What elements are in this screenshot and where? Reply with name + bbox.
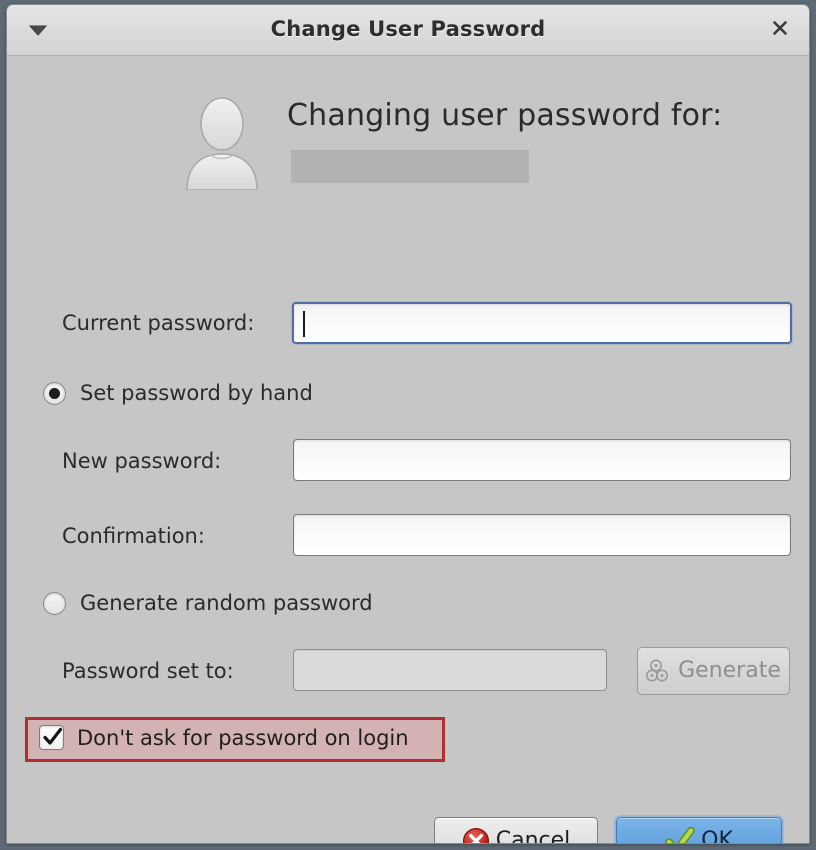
cancel-button[interactable]: Cancel xyxy=(434,817,598,844)
title-bar: Change User Password xyxy=(7,5,809,56)
new-password-label: New password: xyxy=(62,449,222,473)
change-user-password-dialog: Change User Password Changing user passw… xyxy=(6,4,810,844)
radio-indicator-random xyxy=(43,591,66,615)
page-title: Changing user password for: xyxy=(287,98,723,133)
username-value-redacted xyxy=(291,150,529,183)
cancel-button-label: Cancel xyxy=(495,828,571,844)
dice-generate-icon xyxy=(646,659,672,683)
close-icon xyxy=(771,19,789,40)
password-set-to-label: Password set to: xyxy=(62,659,234,683)
checkbox-label: Don't ask for password on login xyxy=(77,725,409,750)
window-title: Change User Password xyxy=(270,17,546,41)
radio-label-by-hand: Set password by hand xyxy=(80,381,313,405)
text-caret xyxy=(303,311,305,337)
confirmation-input[interactable] xyxy=(293,514,791,556)
cancel-circle-icon xyxy=(462,827,490,843)
check-mark-icon xyxy=(665,827,695,843)
confirmation-label: Confirmation: xyxy=(62,524,205,548)
radio-generate-random-password[interactable]: Generate random password xyxy=(43,591,373,615)
generate-button[interactable]: Generate xyxy=(637,647,790,695)
checkbox-dont-ask-for-password[interactable]: Don't ask for password on login xyxy=(39,725,409,750)
ok-button-label: OK xyxy=(701,828,733,844)
close-button[interactable] xyxy=(769,18,791,40)
radio-set-password-by-hand[interactable]: Set password by hand xyxy=(43,381,313,405)
new-password-input[interactable] xyxy=(293,439,791,481)
dialog-body: Changing user password for: Current pass… xyxy=(7,56,809,844)
ok-button[interactable]: OK xyxy=(616,817,782,844)
current-password-input[interactable] xyxy=(292,302,792,344)
current-password-label: Current password: xyxy=(62,311,255,335)
checkbox-indicator xyxy=(39,725,64,750)
user-avatar-icon xyxy=(179,94,265,191)
generate-button-label: Generate xyxy=(678,658,781,683)
dialog-header: Changing user password for: xyxy=(7,94,809,204)
radio-indicator-by-hand xyxy=(43,381,66,405)
password-set-to-input[interactable] xyxy=(293,649,607,691)
radio-label-random: Generate random password xyxy=(80,591,373,615)
